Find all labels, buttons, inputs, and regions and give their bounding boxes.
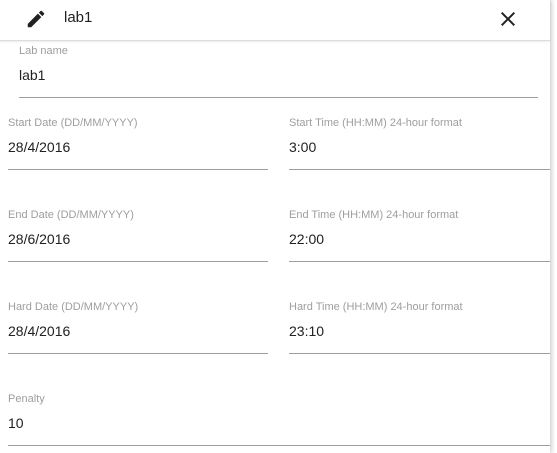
end-date-field[interactable]: End Date (DD/MM/YYYY) 28/6/2016 [8, 209, 268, 262]
pencil-icon [27, 10, 45, 28]
start-date-field[interactable]: Start Date (DD/MM/YYYY) 28/4/2016 [8, 117, 268, 170]
end-time-input[interactable]: 22:00 [289, 231, 324, 248]
start-time-label: Start Time (HH:MM) 24-hour format [289, 117, 462, 129]
close-icon[interactable] [496, 7, 520, 31]
end-date-input[interactable]: 28/6/2016 [8, 231, 70, 248]
start-time-field[interactable]: Start Time (HH:MM) 24-hour format 3:00 [289, 117, 550, 170]
hard-time-underline [289, 353, 550, 354]
lab-name-label: Lab name [19, 45, 68, 57]
start-time-underline [289, 169, 550, 170]
dialog-title: lab1 [64, 9, 93, 26]
penalty-label: Penalty [8, 393, 45, 405]
lab-name-underline [19, 97, 538, 98]
hard-date-label: Hard Date (DD/MM/YYYY) [8, 301, 139, 313]
hard-date-field[interactable]: Hard Date (DD/MM/YYYY) 28/4/2016 [8, 301, 268, 354]
start-date-input[interactable]: 28/4/2016 [8, 139, 70, 156]
lab-name-field[interactable]: Lab name lab1 [19, 45, 538, 98]
end-time-label: End Time (HH:MM) 24-hour format [289, 209, 459, 221]
start-date-label: Start Date (DD/MM/YYYY) [8, 117, 138, 129]
penalty-field[interactable]: Penalty 10 [8, 393, 550, 446]
lab-name-input[interactable]: lab1 [19, 67, 45, 84]
hard-date-underline [8, 353, 268, 354]
hard-time-field[interactable]: Hard Time (HH:MM) 24-hour format 23:10 [289, 301, 550, 354]
start-date-underline [8, 169, 268, 170]
penalty-input[interactable]: 10 [8, 415, 24, 432]
end-time-field[interactable]: End Time (HH:MM) 24-hour format 22:00 [289, 209, 550, 262]
hard-date-input[interactable]: 28/4/2016 [8, 323, 70, 340]
end-date-label: End Date (DD/MM/YYYY) [8, 209, 134, 221]
dialog-header: lab1 [0, 0, 550, 41]
hard-time-input[interactable]: 23:10 [289, 323, 324, 340]
end-date-underline [8, 261, 268, 262]
penalty-underline [8, 445, 550, 446]
hard-time-label: Hard Time (HH:MM) 24-hour format [289, 301, 463, 313]
edit-lab-dialog: lab1 Lab name lab1 Start Date (DD/MM/YYY… [0, 0, 550, 453]
start-time-input[interactable]: 3:00 [289, 139, 316, 156]
end-time-underline [289, 261, 550, 262]
